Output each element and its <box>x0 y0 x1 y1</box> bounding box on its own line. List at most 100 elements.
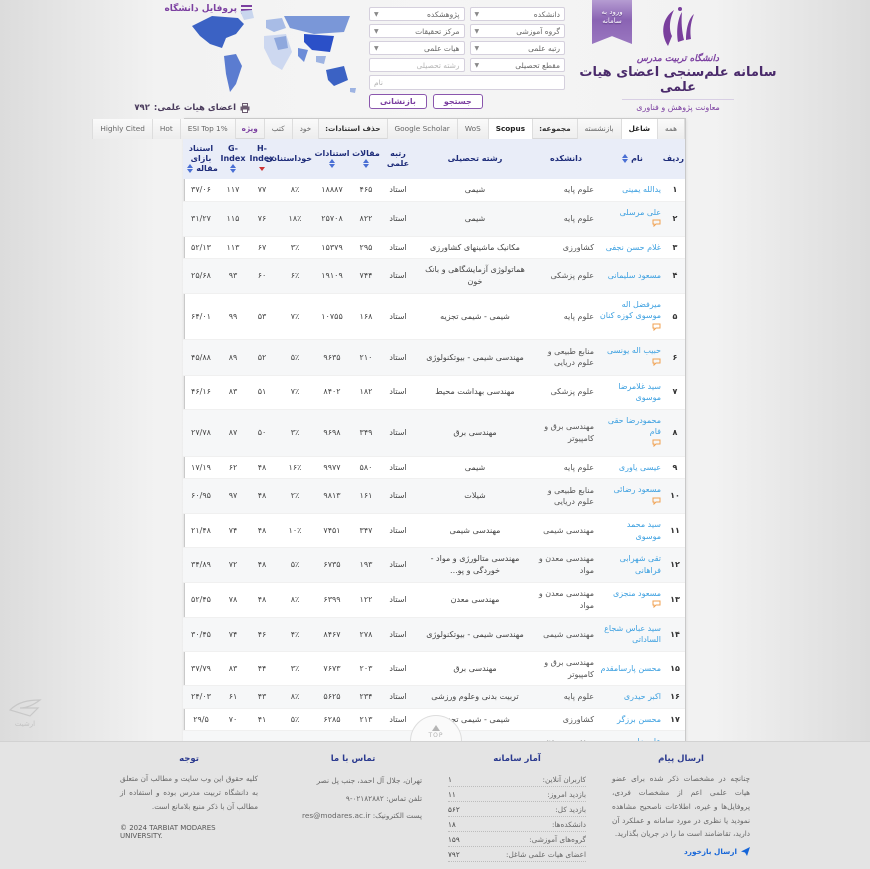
status-tab[interactable]: همه <box>657 119 685 139</box>
filter-select[interactable]: رشته تحصیلی <box>369 58 465 72</box>
filter-select[interactable]: پژوهشکده ▼ <box>369 7 465 21</box>
chat-bubble-icon[interactable] <box>599 439 661 451</box>
column-header[interactable]: رتبه علمی <box>381 139 415 179</box>
row-g-index: ۸۹ <box>219 340 247 375</box>
special-filter-toggle[interactable]: ESI Top 1% <box>180 119 236 139</box>
column-header[interactable]: استناد بازای مقاله <box>183 139 219 179</box>
row-field: مکانیک ماشینهای کشاورزی <box>415 236 535 259</box>
row-self-citation: ۳٪ <box>277 652 313 686</box>
sort-desc-icon[interactable] <box>259 167 265 171</box>
stat-row: بازدید امروز: ۱۱ <box>448 787 586 802</box>
search-button[interactable]: جستجو <box>433 94 483 109</box>
column-header[interactable]: نام <box>597 139 665 179</box>
status-tab[interactable]: بازنشسته <box>577 119 621 139</box>
faculty-member-link[interactable]: سید غلامرضا موسوی <box>618 382 661 403</box>
row-citations: ۶۳۹۹ <box>313 582 351 617</box>
faculty-member-link[interactable]: میرفضل اله موسوی کوزه کنان <box>600 300 661 321</box>
special-filter-toggle[interactable]: Highly Cited <box>92 119 152 139</box>
faculty-member-link[interactable]: سید محمد موسوی <box>627 520 661 541</box>
column-header[interactable]: ردیف <box>665 139 685 179</box>
faculty-member-link[interactable]: مسعود منجزی <box>613 589 661 598</box>
faculty-member-link[interactable]: مسعود سلیمانی <box>608 271 661 280</box>
column-header[interactable]: دانشکده <box>535 139 597 179</box>
row-rank: ۹ <box>665 456 685 479</box>
row-citations: ۹۶۳۵ <box>313 340 351 375</box>
row-degree: استاد <box>381 456 415 479</box>
sort-icon[interactable] <box>363 159 369 168</box>
faculty-member-link[interactable]: سید عباس شجاع الساداتی <box>604 624 661 645</box>
university-logo <box>656 6 700 48</box>
filter-select[interactable]: مقطع تحصیلی ▼ <box>470 58 566 72</box>
row-field: شیمی - شیمی تجزیه <box>415 293 535 340</box>
row-g-index: ۹۳ <box>219 259 247 293</box>
send-feedback-link[interactable]: ارسال بازخورد <box>612 847 750 856</box>
login-ribbon[interactable]: ورود به سامانه <box>592 0 632 44</box>
sort-icon[interactable] <box>622 154 628 163</box>
column-header[interactable]: مقالات <box>351 139 381 179</box>
site-credit[interactable]: ارشیت <box>8 698 42 728</box>
chat-bubble-icon[interactable] <box>599 219 661 231</box>
chat-bubble-icon[interactable] <box>599 323 661 335</box>
remove-citation-toggle[interactable]: کتب <box>264 119 292 139</box>
row-rank: ۱۴ <box>665 617 685 651</box>
row-citations-per-article: ۳۴/۸۹ <box>183 548 219 582</box>
column-header[interactable]: رشته تحصیلی <box>415 139 535 179</box>
row-degree: استاد <box>381 652 415 686</box>
column-header[interactable]: G-Index <box>219 139 247 179</box>
sort-icon[interactable] <box>187 164 193 173</box>
faculty-member-link[interactable]: تقی شهرابی فراهانی <box>620 554 661 575</box>
row-name-cell: محمودرضا حقی فام <box>597 409 665 456</box>
remove-citation-toggle[interactable]: خود <box>292 119 320 139</box>
row-name-cell: سید عباس شجاع الساداتی <box>597 617 665 651</box>
row-degree: استاد <box>381 686 415 709</box>
printer-icon[interactable] <box>240 103 250 113</box>
filter-select[interactable]: رتبه علمی ▼ <box>470 41 566 55</box>
row-field: مهندسی برق <box>415 652 535 686</box>
faculty-member-link[interactable]: یدالله یمینی <box>622 185 661 194</box>
filter-select[interactable]: هیات علمی ▼ <box>369 41 465 55</box>
filter-select[interactable]: دانشکده ▼ <box>470 7 566 21</box>
faculty-member-link[interactable]: محسن برزگر <box>617 715 661 724</box>
special-filter-toggle[interactable]: Hot <box>152 119 180 139</box>
world-citation-map[interactable] <box>186 8 364 103</box>
row-faculty: کشاورزی <box>535 236 597 259</box>
filter-select[interactable]: گروه آموزشی ▼ <box>470 24 566 38</box>
row-citations-per-article: ۶۰/۹۵ <box>183 479 219 514</box>
row-g-index: ۱۱۷ <box>219 179 247 201</box>
name-input[interactable]: نام <box>369 75 565 90</box>
chat-bubble-icon[interactable] <box>599 600 661 612</box>
collection-tab[interactable]: Scopus <box>488 119 533 139</box>
faculty-member-link[interactable]: اکبر حیدری <box>624 692 661 701</box>
chevron-down-icon: ▼ <box>374 28 379 35</box>
collection-tab[interactable]: WoS <box>457 119 488 139</box>
faculty-member-link[interactable]: محسن پارسامقدم <box>601 664 661 673</box>
column-header[interactable]: استنادات <box>313 139 351 179</box>
row-citations-per-article: ۳۷/۰۶ <box>183 179 219 201</box>
faculty-member-link[interactable]: محمودرضا حقی فام <box>608 416 661 437</box>
row-articles: ۳۴۹ <box>351 409 381 456</box>
faculty-member-link[interactable]: مسعود رضائی <box>613 485 661 494</box>
faculty-member-link[interactable]: غلام حسن نجفی <box>606 243 661 252</box>
faculty-member-link[interactable]: علی مرسلی <box>620 208 661 217</box>
sort-icon[interactable] <box>230 164 236 173</box>
faculty-member-link[interactable]: حبیب اله یونسی <box>607 346 661 355</box>
contact-email[interactable]: پست الکترونیک: res@modares.ac.ir <box>284 807 422 825</box>
chat-bubble-icon[interactable] <box>599 358 661 370</box>
row-citations: ۸۴۶۷ <box>313 617 351 651</box>
row-field: شیمی <box>415 201 535 236</box>
column-header[interactable]: خوداستنادی <box>277 139 313 179</box>
chat-bubble-icon[interactable] <box>599 497 661 509</box>
reset-button[interactable]: بازنشانی <box>369 94 427 109</box>
row-h-index: ۶۷ <box>247 236 277 259</box>
filter-select[interactable]: مرکز تحقیقات ▼ <box>369 24 465 38</box>
collection-tab[interactable]: Google Scholar <box>387 119 457 139</box>
sort-icon[interactable] <box>329 159 335 168</box>
faculty-member-link[interactable]: عیسی یاوری <box>619 463 661 472</box>
row-citations-per-article: ۲۷/۷۸ <box>183 409 219 456</box>
row-self-citation: ۲٪ <box>277 479 313 514</box>
row-self-citation: ۱۶٪ <box>277 456 313 479</box>
row-h-index: ۴۱ <box>247 708 277 731</box>
status-tab[interactable]: شاغل <box>621 119 657 139</box>
row-faculty: مهندسی برق و کامپیوتر <box>535 409 597 456</box>
column-header[interactable]: H-Index <box>247 139 277 179</box>
